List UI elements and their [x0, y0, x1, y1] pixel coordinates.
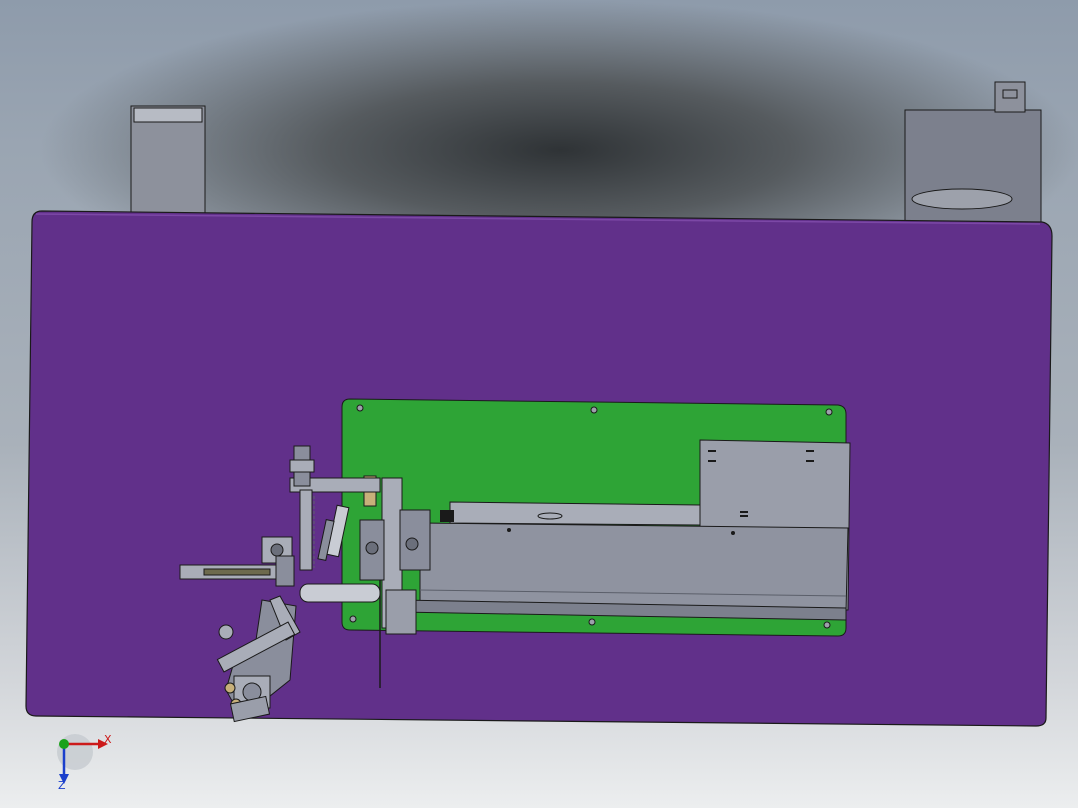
left-rear-box[interactable] [130, 105, 206, 217]
right-rear-box[interactable] [904, 81, 1042, 223]
y-axis-arrow [59, 739, 69, 749]
cad-model-scene[interactable]: X Z [0, 0, 1078, 808]
graphics-viewport[interactable]: X Z [0, 0, 1078, 808]
axis-triad: X Z [57, 733, 112, 792]
z-axis-label: Z [58, 779, 66, 792]
x-axis-label: X [104, 733, 112, 746]
